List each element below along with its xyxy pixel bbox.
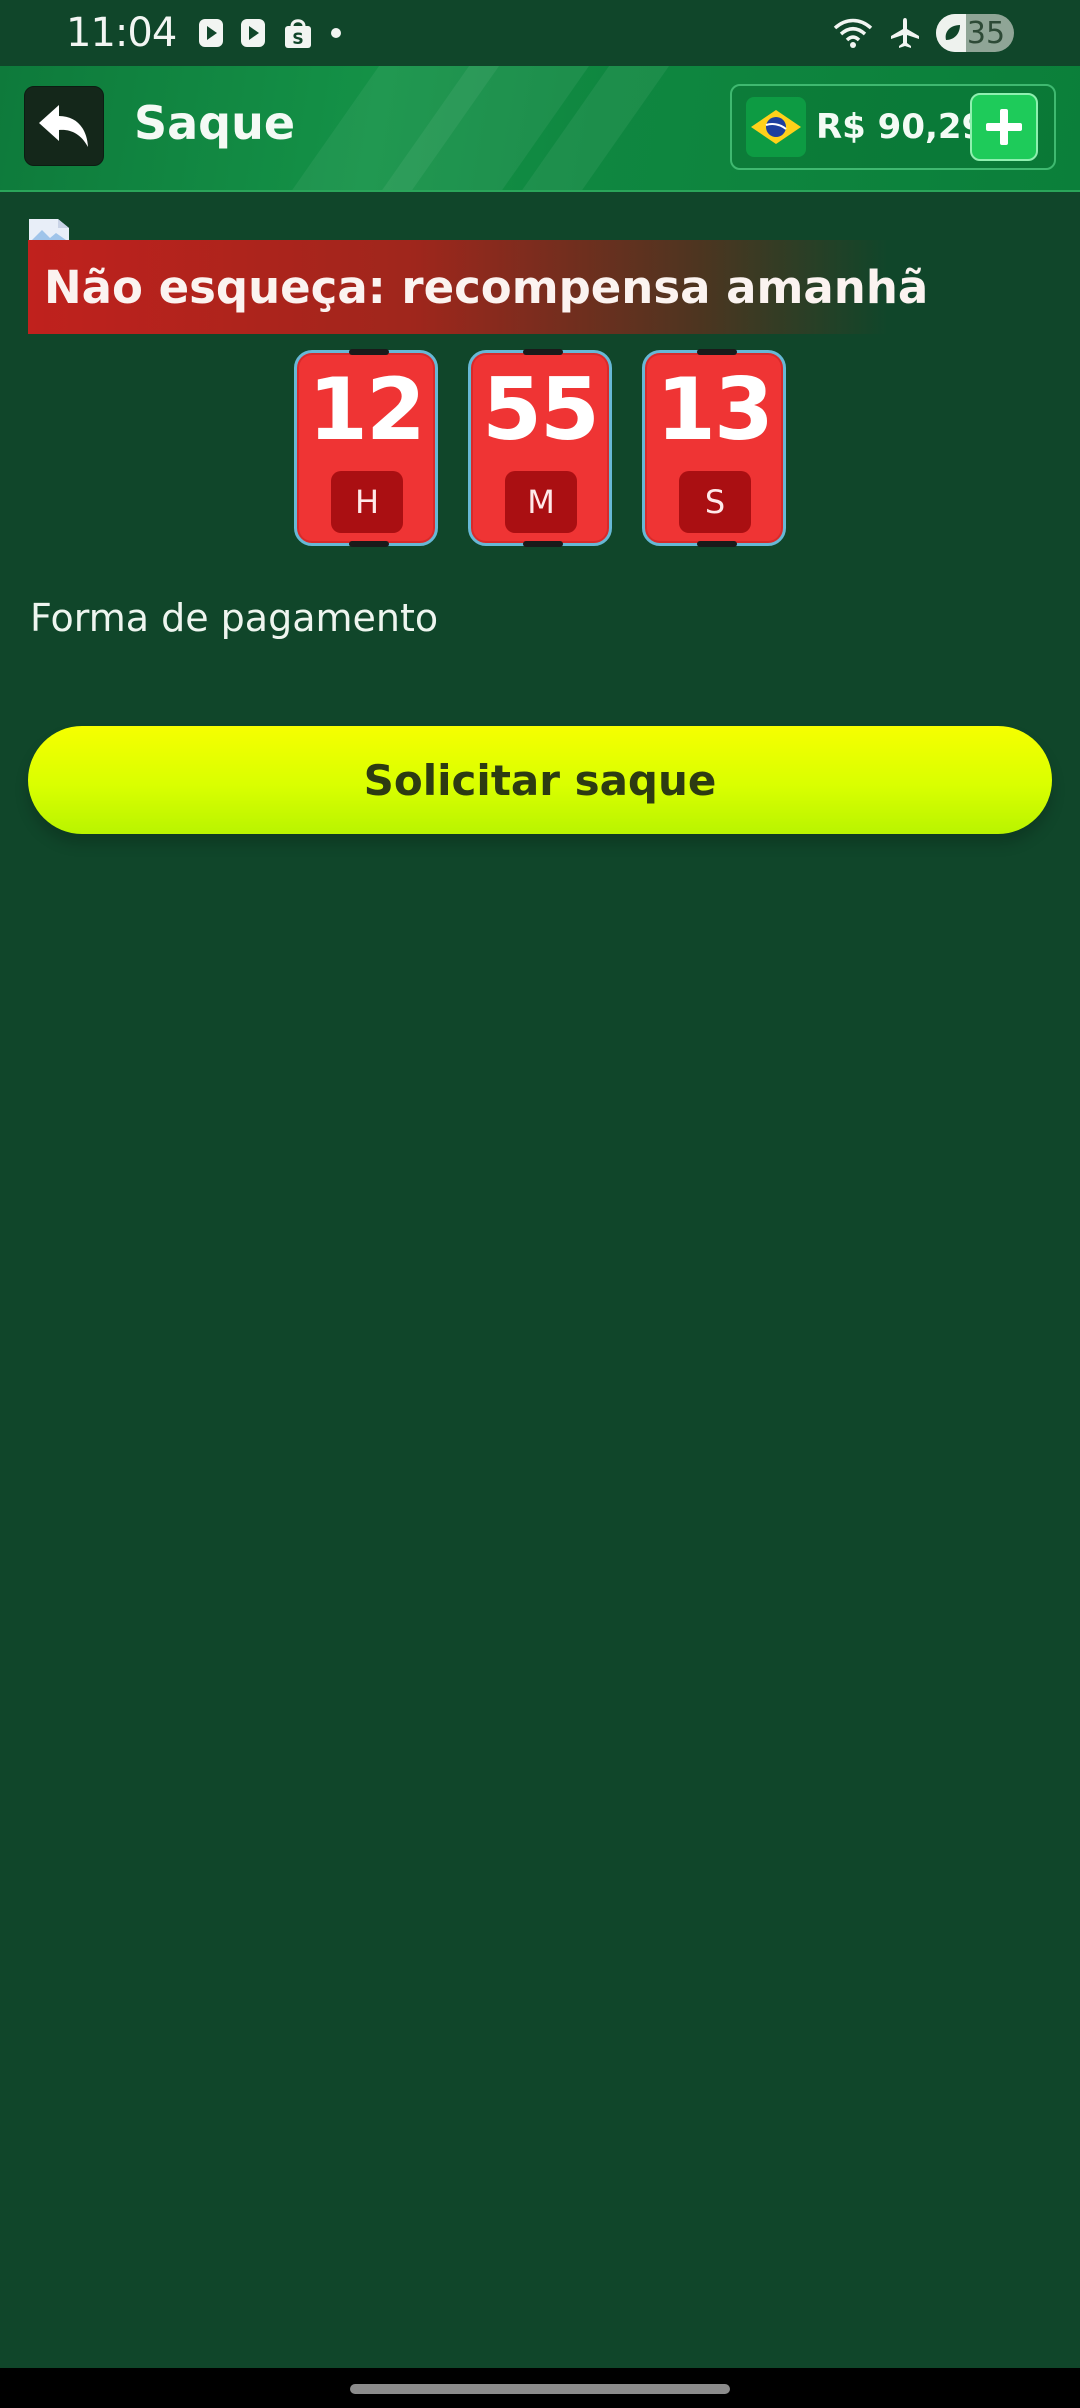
battery-indicator: 35 <box>936 14 1014 52</box>
shopping-bag-icon: S <box>285 19 312 48</box>
timer-seconds-value: 13 <box>656 360 774 460</box>
page-title: Saque <box>134 96 296 150</box>
countdown-timer: 12 H 55 M 13 S <box>294 349 786 547</box>
app-header: Saque R$ 90,29 <box>0 66 1080 192</box>
back-arrow-icon <box>39 105 88 147</box>
reminder-banner: Não esqueça: recompensa amanhã <box>28 240 928 334</box>
back-button[interactable] <box>24 86 104 166</box>
reminder-text: Não esqueça: recompensa amanhã <box>44 260 929 314</box>
svg-text:S: S <box>293 29 305 48</box>
play-icon <box>199 19 224 47</box>
brazil-flag-icon <box>746 97 806 157</box>
dot-icon <box>331 28 342 38</box>
system-icons: 35 <box>832 14 1014 52</box>
notification-icons: S <box>198 16 342 50</box>
plus-icon <box>986 109 1022 145</box>
balance-amount: R$ 90,29 <box>816 107 986 147</box>
timer-minutes-unit: M <box>505 471 577 533</box>
timer-hours-value: 12 <box>308 360 426 460</box>
timer-minutes: 55 M <box>468 349 612 547</box>
battery-level: 35 <box>966 15 1006 51</box>
wifi-icon <box>833 18 873 48</box>
request-withdrawal-button[interactable]: Solicitar saque <box>28 726 1052 834</box>
timer-minutes-value: 55 <box>482 360 600 460</box>
payment-method-label: Forma de pagamento <box>30 596 439 640</box>
play-icon <box>241 19 266 47</box>
timer-seconds: 13 S <box>642 349 786 547</box>
add-balance-button[interactable] <box>970 93 1038 161</box>
balance-display: R$ 90,29 <box>730 84 1056 170</box>
battery-saver-icon <box>945 25 960 40</box>
airplane-icon <box>891 18 919 48</box>
status-bar: 11:04 S 35 <box>0 0 1080 66</box>
status-time: 11:04 <box>66 10 177 56</box>
home-indicator[interactable] <box>350 2384 730 2394</box>
navigation-bar <box>0 2368 1080 2408</box>
timer-hours-unit: H <box>331 471 403 533</box>
timer-seconds-unit: S <box>679 471 751 533</box>
timer-hours: 12 H <box>294 349 438 547</box>
